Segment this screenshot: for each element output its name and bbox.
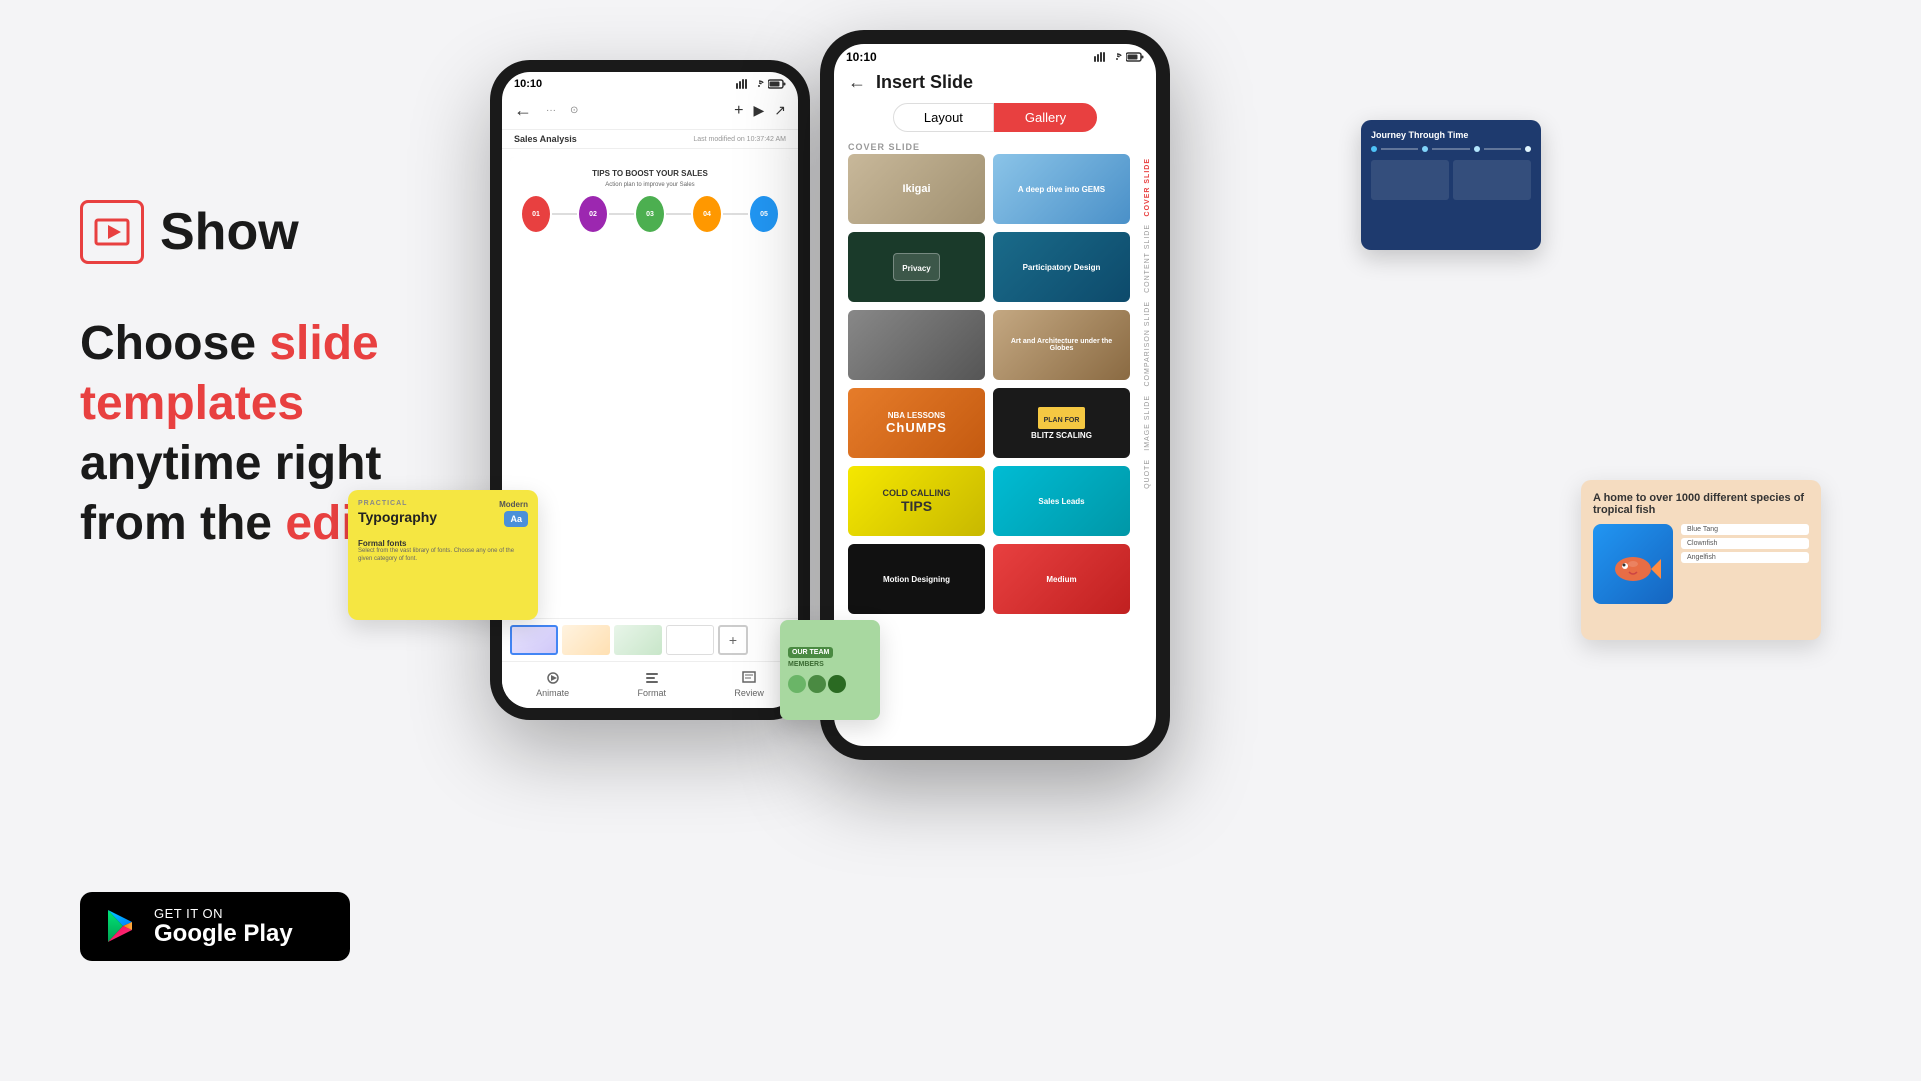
insert-slide-header: ← Insert Slide	[834, 66, 1156, 97]
peach-text-list: Blue Tang Clownfish Angelfish	[1681, 524, 1809, 604]
slide-title: TIPS TO BOOST YOUR SALES	[592, 169, 708, 178]
fish-item-1: Blue Tang	[1681, 524, 1809, 535]
back-arrow-1[interactable]: ←	[514, 100, 532, 121]
label-comparison: COMPARISON SLIDE	[1144, 297, 1156, 391]
template-card-medium[interactable]: Medium	[993, 544, 1130, 614]
typography-title: Typography	[358, 509, 437, 525]
bottom-nav-animate[interactable]: Animate	[536, 670, 569, 698]
slide-canvas-1: TIPS TO BOOST YOUR SALES Action plan to …	[510, 157, 790, 610]
template-card-beige[interactable]: Ikigai	[848, 154, 985, 224]
template-card-sales[interactable]: Sales Leads	[993, 466, 1130, 536]
nav-bar-1: ← ··· ⊙ + ▶ ↗	[502, 92, 798, 130]
infographic-row: 01 02 03 04 05	[522, 196, 778, 232]
thumb-2[interactable]	[562, 625, 610, 655]
phone-1-screen: 10:10 ← ··· ⊙ + ▶ ↗ Sales Analysis Last …	[502, 72, 798, 708]
template-card-book[interactable]: A deep dive into GEMS	[993, 154, 1130, 224]
step-3: 03	[636, 196, 664, 232]
phone-2-screen: 10:10 ← Insert Slide Layout Gallery COVE…	[834, 44, 1156, 746]
fish-item-3: Angelfish	[1681, 552, 1809, 563]
template-card-nba-champs[interactable]: NBA LESSONS ChUMPS	[848, 388, 985, 458]
cold-label: COLD CALLING	[883, 488, 951, 498]
template-card-warm[interactable]: Art and Architecture under the Globes	[993, 310, 1130, 380]
bottom-nav-format[interactable]: Format	[638, 670, 667, 698]
google-play-button[interactable]: GET IT ON Google Play	[80, 892, 350, 961]
template-col-2: A deep dive into GEMS Participatory Desi…	[993, 154, 1130, 732]
bottom-nav-review[interactable]: Review	[734, 670, 764, 698]
peach-card-title: A home to over 1000 different species of…	[1593, 492, 1809, 516]
font-sample: Aa	[504, 511, 528, 527]
play-text-wrap: GET IT ON Google Play	[154, 906, 293, 947]
float-card-typography: PRACTICAL Typography Modern Aa Formal fo…	[348, 490, 538, 620]
label-quote: QUOTE	[1144, 455, 1156, 493]
template-card-privacy[interactable]: Privacy	[848, 232, 985, 302]
back-arrow-2[interactable]: ←	[848, 72, 866, 93]
google-play-icon	[104, 908, 140, 944]
modern-label: Modern	[499, 500, 528, 509]
time-1: 10:10	[514, 78, 542, 90]
formal-fonts-desc: Select from the vast library of fonts. C…	[358, 548, 528, 564]
insert-slide-title: Insert Slide	[876, 72, 973, 93]
tips-label: TIPS	[901, 498, 932, 514]
template-card-motion[interactable]: Motion Designing	[848, 544, 985, 614]
cover-slide-label: COVER SLIDE	[834, 138, 1156, 154]
side-labels: COVER SLIDE CONTENT SLIDE COMPARISON SLI…	[1144, 154, 1156, 746]
slide-content: TIPS TO BOOST YOUR SALES Action plan to …	[510, 157, 790, 610]
time-2: 10:10	[846, 50, 877, 64]
label-content: CONTENT SLIDE	[1144, 220, 1156, 297]
dark-card-timeline	[1371, 146, 1531, 152]
peach-fish-image	[1593, 524, 1673, 604]
template-card-blitz[interactable]: PLAN FOR BLITZ SCALING	[993, 388, 1130, 458]
formal-fonts-label: Formal fonts	[358, 539, 528, 548]
bottom-nav-1: Animate Format Review	[502, 661, 798, 708]
play-icon-1[interactable]: ▶	[753, 102, 764, 119]
template-area: Ikigai Privacy	[834, 154, 1156, 746]
step-1: 01	[522, 196, 550, 232]
tab-layout[interactable]: Layout	[893, 103, 994, 132]
tab-gallery[interactable]: Gallery	[994, 103, 1097, 132]
file-name-1: Sales Analysis	[514, 134, 577, 144]
google-play-label: Google Play	[154, 921, 293, 947]
float-card-green: OUR TEAM MEMBERS	[780, 620, 880, 720]
step-5: 05	[750, 196, 778, 232]
template-grid: Ikigai Privacy	[834, 154, 1144, 746]
status-bar-2: 10:10	[834, 44, 1156, 66]
status-bar-1: 10:10	[502, 72, 798, 92]
label-image: IMAGE SLIDE	[1144, 391, 1156, 455]
fish-item-2: Clownfish	[1681, 538, 1809, 549]
add-icon-1[interactable]: +	[734, 102, 743, 120]
thumb-1[interactable]	[510, 625, 558, 655]
status-icons-1	[736, 79, 786, 89]
typography-label: PRACTICAL	[358, 500, 437, 507]
logo-text: Show	[160, 202, 299, 262]
thumbnail-strip: +	[502, 618, 798, 661]
status-icons-2	[1094, 52, 1144, 62]
show-logo-icon	[80, 200, 144, 264]
template-card-cold-tips[interactable]: COLD CALLING TIPS	[848, 466, 985, 536]
thumb-4[interactable]	[666, 625, 714, 655]
tab-row: Layout Gallery	[834, 103, 1156, 132]
slide-subtitle: Action plan to improve your Sales	[605, 182, 694, 188]
dark-card-title: Journey Through Time	[1371, 130, 1531, 140]
nav-icons-1: + ▶ ↗	[734, 102, 786, 120]
get-it-on-text: GET IT ON	[154, 906, 293, 921]
champs-label: ChUMPS	[886, 420, 947, 435]
step-2: 02	[579, 196, 607, 232]
step-4: 04	[693, 196, 721, 232]
float-card-peach: A home to over 1000 different species of…	[1581, 480, 1821, 640]
share-icon-1[interactable]: ↗	[774, 102, 786, 119]
label-cover: COVER SLIDE	[1144, 154, 1156, 220]
file-modified: Last modified on 10:37:42 AM	[693, 136, 786, 143]
template-card-participatory[interactable]: Participatory Design	[993, 232, 1130, 302]
float-card-dark-blue: Journey Through Time	[1361, 120, 1541, 250]
template-card-architecture[interactable]	[848, 310, 985, 380]
thumb-3[interactable]	[614, 625, 662, 655]
phone-1: 10:10 ← ··· ⊙ + ▶ ↗ Sales Analysis Last …	[490, 60, 810, 720]
thumb-add[interactable]: +	[718, 625, 748, 655]
peach-card-content: Blue Tang Clownfish Angelfish	[1593, 524, 1809, 604]
